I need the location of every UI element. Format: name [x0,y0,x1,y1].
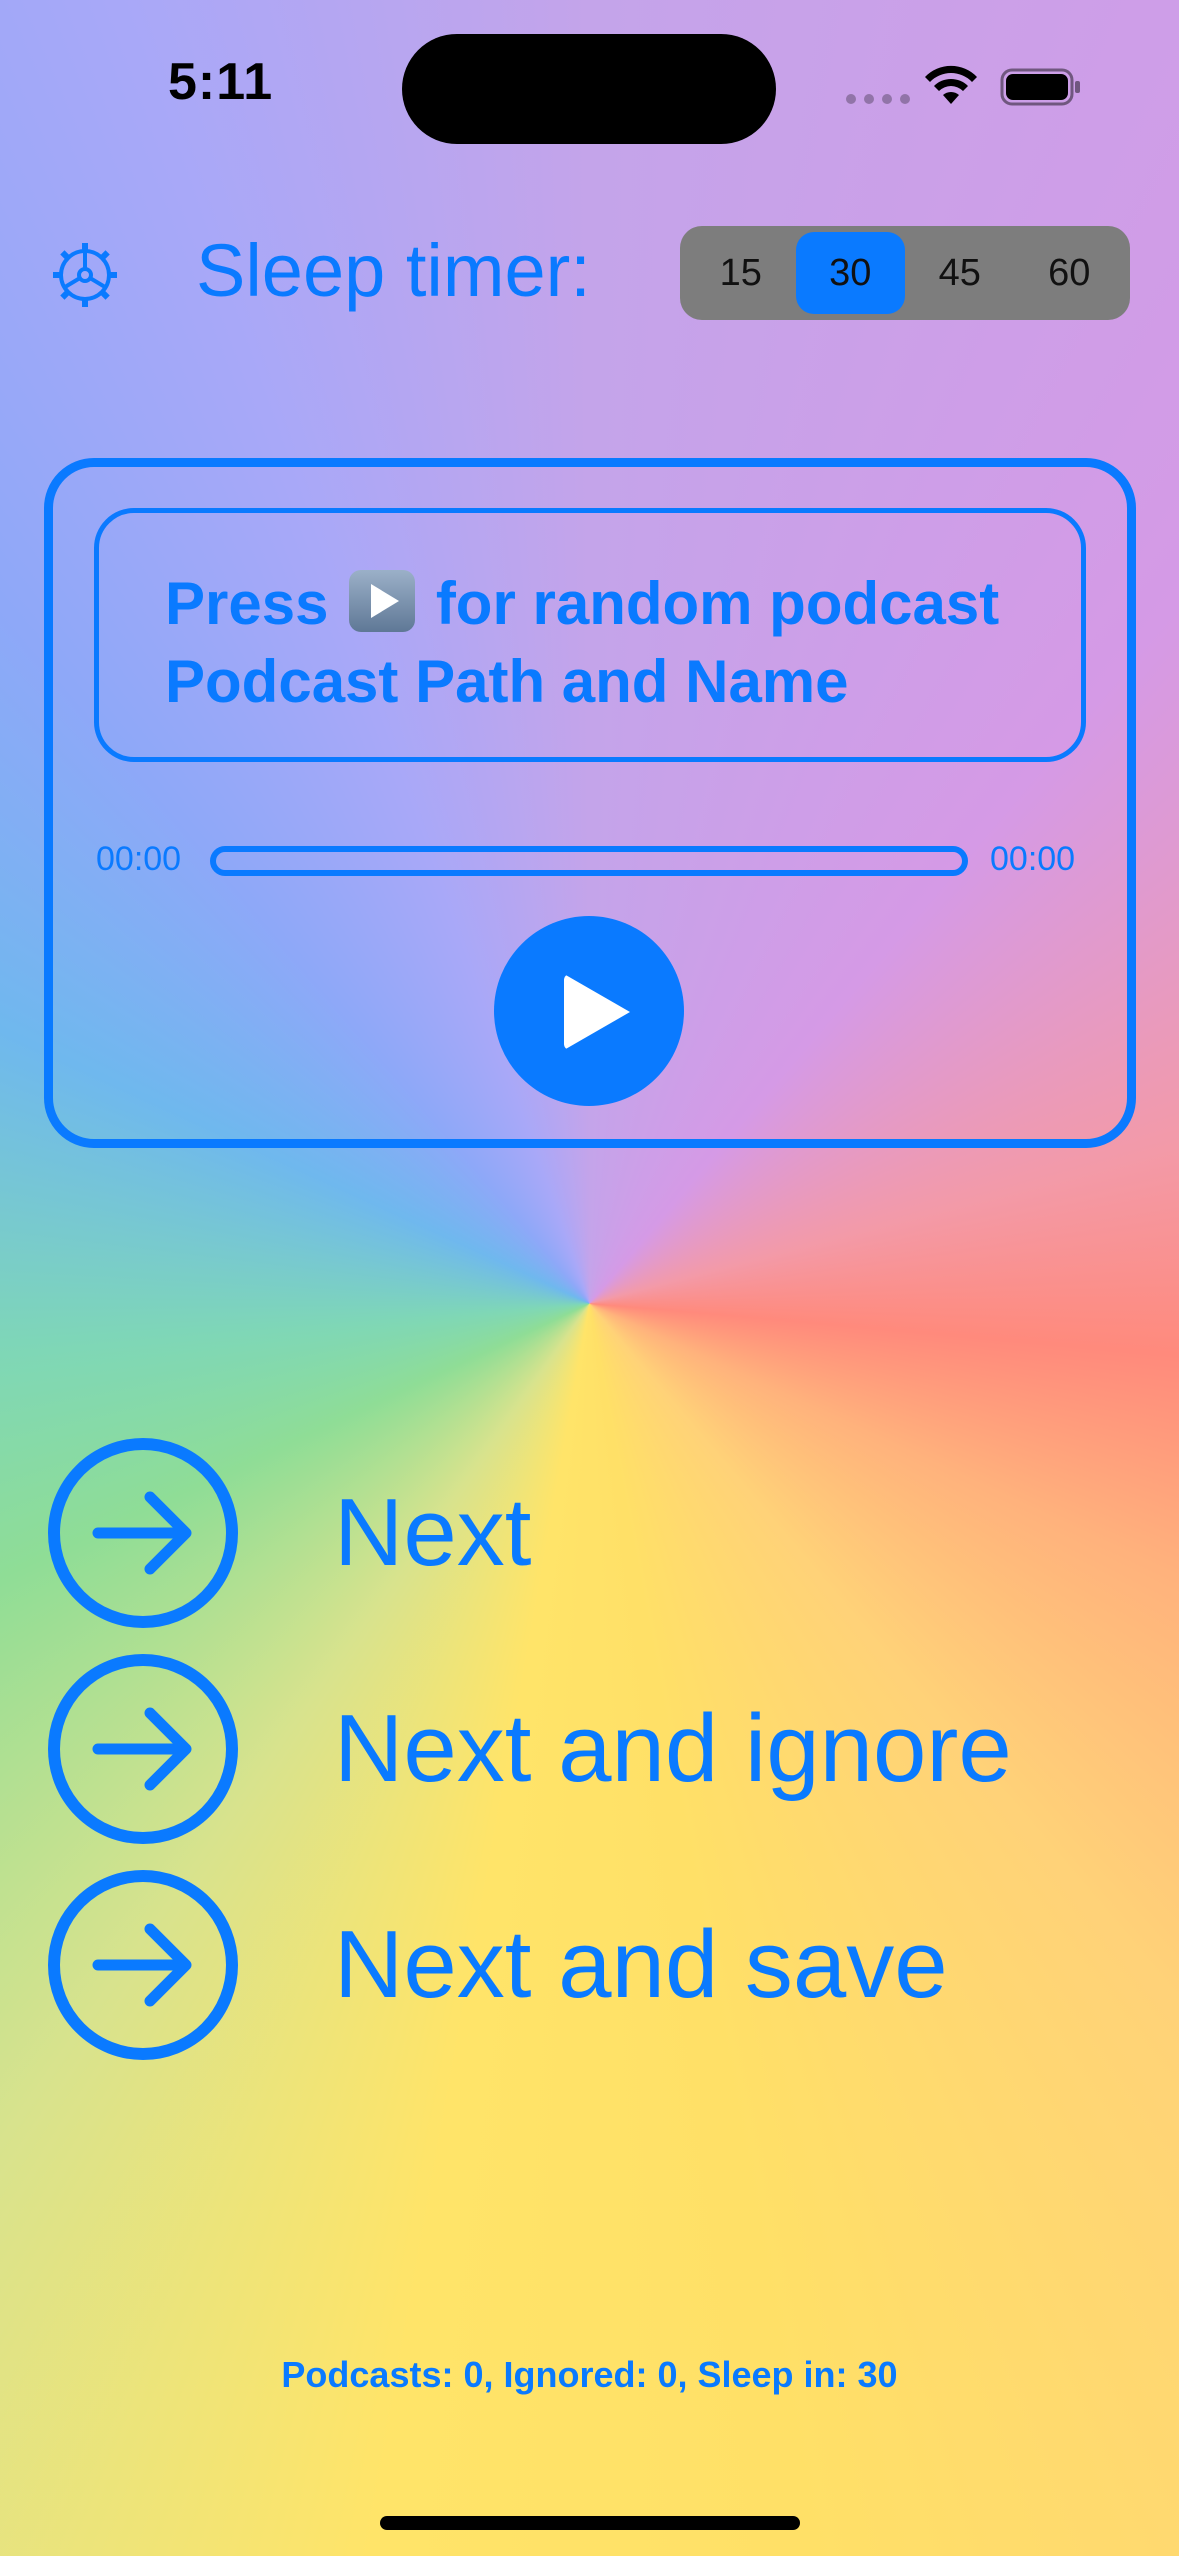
next-and-ignore-label: Next and ignore [334,1695,1012,1802]
next-and-save-label: Next and save [334,1911,948,2018]
play-emoji-icon [349,570,416,632]
battery-icon [1000,68,1080,106]
playback-progress-bar[interactable] [210,846,968,876]
cellular-signal-icon [846,94,910,104]
settings-button[interactable] [50,240,120,310]
status-time: 5:11 [168,53,274,111]
dynamic-island [402,34,776,144]
next-label: Next [334,1479,532,1586]
prompt-text-end: for random podcast [435,570,1000,637]
next-button[interactable]: Next [46,1436,531,1630]
gear-icon [53,243,117,307]
podcast-prompt: Press for random podcast [165,565,1081,643]
remaining-time: 00:00 [990,840,1076,878]
sleep-timer-segmented-control[interactable]: 15 30 45 60 [680,226,1130,320]
sleep-timer-label: Sleep timer: [196,229,591,312]
sleep-option-15[interactable]: 15 [686,232,796,314]
arrow-right-circle-icon [48,1438,238,1628]
wifi-icon [925,65,977,104]
podcast-path-name: Podcast Path and Name [165,648,849,715]
home-indicator[interactable] [380,2516,800,2530]
sleep-option-60[interactable]: 60 [1015,232,1125,314]
stats-footer: Podcasts: 0, Ignored: 0, Sleep in: 30 [281,2354,898,2395]
sleep-option-30[interactable]: 30 [795,232,905,314]
arrow-right-circle-icon [48,1870,238,2060]
arrow-right-circle-icon [48,1654,238,1844]
next-and-ignore-button[interactable]: Next and ignore [46,1652,1012,1846]
prompt-text-start: Press [165,570,329,637]
elapsed-time: 00:00 [96,840,182,878]
play-button[interactable] [494,916,684,1106]
podcast-info-box: Press for random podcast Podcast Path an… [94,508,1086,762]
play-icon [564,974,630,1050]
next-and-save-button[interactable]: Next and save [46,1868,948,2062]
sleep-option-45[interactable]: 45 [905,232,1015,314]
